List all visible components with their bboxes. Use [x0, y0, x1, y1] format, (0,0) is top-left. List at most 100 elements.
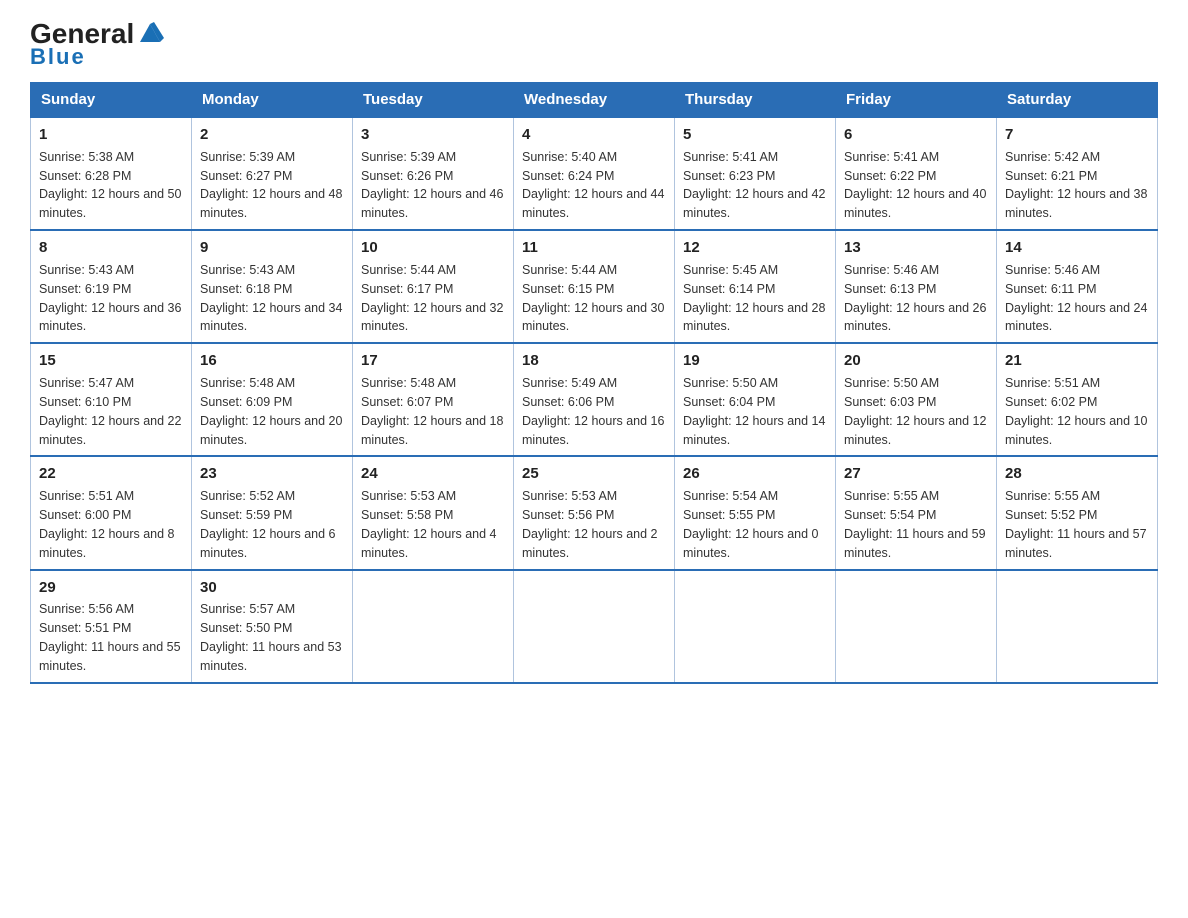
calendar-cell: [353, 570, 514, 683]
calendar-week-row: 29 Sunrise: 5:56 AMSunset: 5:51 PMDayligh…: [31, 570, 1158, 683]
day-info: Sunrise: 5:43 AMSunset: 6:19 PMDaylight:…: [39, 263, 181, 334]
calendar-cell: 21 Sunrise: 5:51 AMSunset: 6:02 PMDayligh…: [997, 343, 1158, 456]
calendar-cell: 25 Sunrise: 5:53 AMSunset: 5:56 PMDayligh…: [514, 456, 675, 569]
day-number: 25: [522, 463, 666, 485]
weekday-header-wednesday: Wednesday: [514, 83, 675, 118]
day-number: 5: [683, 124, 827, 146]
day-info: Sunrise: 5:38 AMSunset: 6:28 PMDaylight:…: [39, 150, 181, 221]
weekday-header-tuesday: Tuesday: [353, 83, 514, 118]
day-number: 2: [200, 124, 344, 146]
logo-blue-text: Blue: [30, 44, 86, 70]
day-number: 6: [844, 124, 988, 146]
calendar-cell: 10 Sunrise: 5:44 AMSunset: 6:17 PMDayligh…: [353, 230, 514, 343]
day-info: Sunrise: 5:41 AMSunset: 6:22 PMDaylight:…: [844, 150, 986, 221]
day-info: Sunrise: 5:51 AMSunset: 6:02 PMDaylight:…: [1005, 376, 1147, 447]
day-number: 24: [361, 463, 505, 485]
day-number: 3: [361, 124, 505, 146]
day-number: 14: [1005, 237, 1149, 259]
calendar-cell: 22 Sunrise: 5:51 AMSunset: 6:00 PMDayligh…: [31, 456, 192, 569]
calendar-cell: 2 Sunrise: 5:39 AMSunset: 6:27 PMDaylight…: [192, 117, 353, 230]
calendar-cell: 11 Sunrise: 5:44 AMSunset: 6:15 PMDayligh…: [514, 230, 675, 343]
calendar-cell: [514, 570, 675, 683]
day-info: Sunrise: 5:55 AMSunset: 5:54 PMDaylight:…: [844, 489, 986, 560]
calendar-cell: 27 Sunrise: 5:55 AMSunset: 5:54 PMDayligh…: [836, 456, 997, 569]
day-number: 16: [200, 350, 344, 372]
day-number: 1: [39, 124, 183, 146]
calendar-cell: [675, 570, 836, 683]
day-info: Sunrise: 5:44 AMSunset: 6:15 PMDaylight:…: [522, 263, 664, 334]
day-info: Sunrise: 5:50 AMSunset: 6:04 PMDaylight:…: [683, 376, 825, 447]
day-number: 18: [522, 350, 666, 372]
calendar-week-row: 15Sunrise: 5:47 AMSunset: 6:10 PMDayligh…: [31, 343, 1158, 456]
day-number: 30: [200, 577, 344, 599]
day-number: 22: [39, 463, 183, 485]
weekday-header-sunday: Sunday: [31, 83, 192, 118]
calendar-cell: 15Sunrise: 5:47 AMSunset: 6:10 PMDayligh…: [31, 343, 192, 456]
calendar-cell: 19 Sunrise: 5:50 AMSunset: 6:04 PMDayligh…: [675, 343, 836, 456]
calendar-week-row: 8 Sunrise: 5:43 AMSunset: 6:19 PMDaylight…: [31, 230, 1158, 343]
day-number: 28: [1005, 463, 1149, 485]
day-info: Sunrise: 5:43 AMSunset: 6:18 PMDaylight:…: [200, 263, 342, 334]
calendar-cell: 14Sunrise: 5:46 AMSunset: 6:11 PMDayligh…: [997, 230, 1158, 343]
weekday-header-row: SundayMondayTuesdayWednesdayThursdayFrid…: [31, 83, 1158, 118]
calendar-cell: [997, 570, 1158, 683]
day-number: 23: [200, 463, 344, 485]
day-info: Sunrise: 5:42 AMSunset: 6:21 PMDaylight:…: [1005, 150, 1147, 221]
weekday-header-friday: Friday: [836, 83, 997, 118]
day-info: Sunrise: 5:50 AMSunset: 6:03 PMDaylight:…: [844, 376, 986, 447]
day-number: 13: [844, 237, 988, 259]
day-info: Sunrise: 5:53 AMSunset: 5:56 PMDaylight:…: [522, 489, 658, 560]
calendar-cell: 20 Sunrise: 5:50 AMSunset: 6:03 PMDayligh…: [836, 343, 997, 456]
day-info: Sunrise: 5:39 AMSunset: 6:26 PMDaylight:…: [361, 150, 503, 221]
day-info: Sunrise: 5:55 AMSunset: 5:52 PMDaylight:…: [1005, 489, 1147, 560]
calendar-cell: 24 Sunrise: 5:53 AMSunset: 5:58 PMDayligh…: [353, 456, 514, 569]
calendar-cell: 8 Sunrise: 5:43 AMSunset: 6:19 PMDaylight…: [31, 230, 192, 343]
day-info: Sunrise: 5:39 AMSunset: 6:27 PMDaylight:…: [200, 150, 342, 221]
calendar-cell: 3 Sunrise: 5:39 AMSunset: 6:26 PMDaylight…: [353, 117, 514, 230]
day-info: Sunrise: 5:48 AMSunset: 6:07 PMDaylight:…: [361, 376, 503, 447]
calendar-week-row: 22 Sunrise: 5:51 AMSunset: 6:00 PMDayligh…: [31, 456, 1158, 569]
day-number: 8: [39, 237, 183, 259]
logo: General Blue: [30, 20, 164, 70]
page-header: General Blue: [30, 20, 1158, 70]
calendar-cell: 30 Sunrise: 5:57 AMSunset: 5:50 PMDayligh…: [192, 570, 353, 683]
day-number: 9: [200, 237, 344, 259]
calendar-cell: 1 Sunrise: 5:38 AMSunset: 6:28 PMDaylight…: [31, 117, 192, 230]
day-number: 11: [522, 237, 666, 259]
day-number: 12: [683, 237, 827, 259]
day-info: Sunrise: 5:54 AMSunset: 5:55 PMDaylight:…: [683, 489, 819, 560]
calendar-table: SundayMondayTuesdayWednesdayThursdayFrid…: [30, 82, 1158, 684]
day-info: Sunrise: 5:51 AMSunset: 6:00 PMDaylight:…: [39, 489, 175, 560]
day-info: Sunrise: 5:40 AMSunset: 6:24 PMDaylight:…: [522, 150, 664, 221]
day-info: Sunrise: 5:56 AMSunset: 5:51 PMDaylight:…: [39, 602, 181, 673]
calendar-cell: 13 Sunrise: 5:46 AMSunset: 6:13 PMDayligh…: [836, 230, 997, 343]
day-info: Sunrise: 5:46 AMSunset: 6:13 PMDaylight:…: [844, 263, 986, 334]
day-info: Sunrise: 5:57 AMSunset: 5:50 PMDaylight:…: [200, 602, 342, 673]
day-number: 15: [39, 350, 183, 372]
day-number: 29: [39, 577, 183, 599]
day-number: 19: [683, 350, 827, 372]
calendar-cell: 12Sunrise: 5:45 AMSunset: 6:14 PMDayligh…: [675, 230, 836, 343]
weekday-header-thursday: Thursday: [675, 83, 836, 118]
day-info: Sunrise: 5:49 AMSunset: 6:06 PMDaylight:…: [522, 376, 664, 447]
calendar-cell: [836, 570, 997, 683]
calendar-cell: 29 Sunrise: 5:56 AMSunset: 5:51 PMDayligh…: [31, 570, 192, 683]
logo-triangle-icon: [136, 18, 164, 46]
day-number: 20: [844, 350, 988, 372]
day-number: 4: [522, 124, 666, 146]
day-number: 21: [1005, 350, 1149, 372]
day-info: Sunrise: 5:44 AMSunset: 6:17 PMDaylight:…: [361, 263, 503, 334]
day-info: Sunrise: 5:53 AMSunset: 5:58 PMDaylight:…: [361, 489, 497, 560]
calendar-cell: 28 Sunrise: 5:55 AMSunset: 5:52 PMDayligh…: [997, 456, 1158, 569]
day-info: Sunrise: 5:48 AMSunset: 6:09 PMDaylight:…: [200, 376, 342, 447]
day-number: 7: [1005, 124, 1149, 146]
weekday-header-monday: Monday: [192, 83, 353, 118]
day-number: 10: [361, 237, 505, 259]
day-number: 26: [683, 463, 827, 485]
day-number: 27: [844, 463, 988, 485]
calendar-cell: 6 Sunrise: 5:41 AMSunset: 6:22 PMDaylight…: [836, 117, 997, 230]
calendar-cell: 17Sunrise: 5:48 AMSunset: 6:07 PMDayligh…: [353, 343, 514, 456]
calendar-cell: 23Sunrise: 5:52 AMSunset: 5:59 PMDayligh…: [192, 456, 353, 569]
calendar-cell: 5Sunrise: 5:41 AMSunset: 6:23 PMDaylight…: [675, 117, 836, 230]
calendar-cell: 4 Sunrise: 5:40 AMSunset: 6:24 PMDaylight…: [514, 117, 675, 230]
